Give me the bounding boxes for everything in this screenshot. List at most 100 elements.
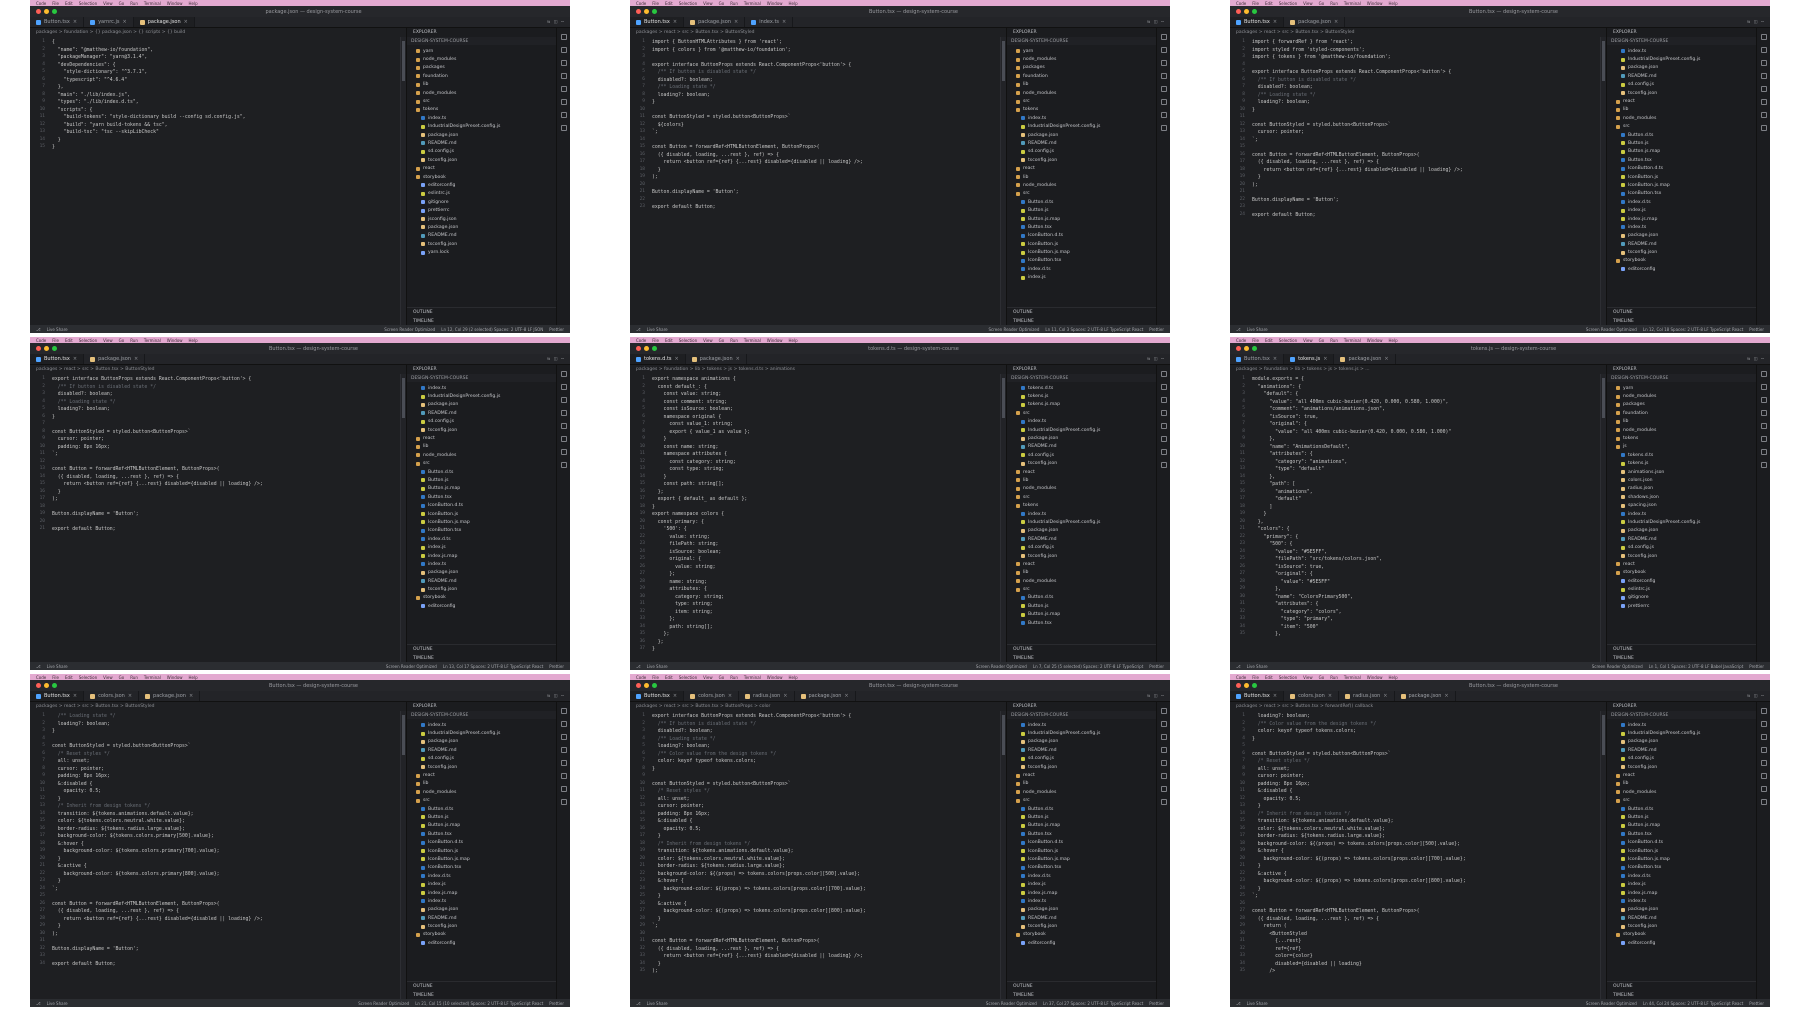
close-window-button[interactable] — [636, 346, 641, 351]
file-tree-item[interactable]: sd.config.js — [1007, 148, 1156, 156]
editor-tab[interactable]: yarnrc.js × — [84, 17, 134, 27]
outline-section[interactable]: OUTLINE — [407, 308, 556, 317]
code-line[interactable]: /* Inherit from design tokens */ — [652, 841, 1000, 849]
file-tree-item[interactable]: foundation — [1607, 409, 1756, 417]
compare-icon[interactable]: ⇆ — [547, 19, 550, 25]
code-line[interactable]: /** Loading state */ — [52, 399, 400, 407]
close-tab-icon[interactable]: × — [783, 693, 787, 699]
code-line[interactable]: "filePath": "src/tokens/colors.json", — [1252, 556, 1600, 564]
breadcrumb[interactable]: packages > foundation > lib > tokens > j… — [1230, 365, 1606, 374]
file-tree-item[interactable]: README.md — [407, 139, 556, 147]
code-line[interactable]: color: keyof typeof tokens.colors; — [1252, 728, 1600, 736]
code-line[interactable] — [652, 773, 1000, 781]
menu-item-file[interactable]: File — [1252, 675, 1259, 680]
code-line[interactable]: import styled from 'styled-components'; — [1252, 47, 1600, 55]
code-line[interactable]: background-color: ${(props) => tokens.co… — [1252, 856, 1600, 864]
zoom-window-button[interactable] — [652, 683, 657, 688]
testing-icon[interactable] — [560, 112, 567, 118]
file-tree-item[interactable]: package.json — [407, 223, 556, 231]
file-tree-item[interactable]: lib — [1607, 106, 1756, 114]
code-line[interactable]: background-color: ${tokens.colors.primar… — [52, 871, 400, 879]
code-line[interactable]: background-color: ${tokens.colors.primar… — [52, 848, 400, 856]
more-actions-icon[interactable]: ⋯ — [1761, 19, 1764, 25]
file-tree-item[interactable]: src — [407, 460, 556, 468]
file-tree-item[interactable]: storybook — [1007, 931, 1156, 939]
code-line[interactable]: return <button ref={ref} {...rest} disab… — [52, 481, 400, 489]
menu-item-go[interactable]: Go — [1319, 675, 1325, 680]
code-line[interactable]: } — [52, 796, 400, 804]
file-tree-item[interactable]: eslintrc.js — [1607, 585, 1756, 593]
file-tree-item[interactable]: tsconfig.json — [1607, 922, 1756, 930]
code-line[interactable]: "colors": { — [1252, 526, 1600, 534]
menu-item-help[interactable]: Help — [189, 675, 198, 680]
file-tree-item[interactable]: editorconfig — [1607, 577, 1756, 585]
workspace-root[interactable]: DESIGN-SYSTEM-COURSE — [1007, 374, 1156, 382]
code-line[interactable]: Button.displayName = 'Button'; — [52, 511, 400, 519]
code-line[interactable]: ({ disabled, loading, ...rest }, ref) =>… — [652, 152, 1000, 160]
code-line[interactable]: Button.displayName = 'Button'; — [1252, 197, 1600, 205]
scrollbar-thumb[interactable] — [1602, 715, 1605, 755]
menu-item-view[interactable]: View — [103, 338, 113, 343]
split-editor-icon[interactable]: ◫ — [554, 19, 557, 25]
editor-tab[interactable]: package.json × — [1334, 354, 1396, 364]
menu-item-file[interactable]: File — [652, 338, 659, 343]
code-line[interactable]: "500": { — [1252, 541, 1600, 549]
editor-tab[interactable]: Button.tsx × — [30, 354, 85, 364]
breadcrumb[interactable]: packages > react > src > Button.tsx > Bu… — [30, 702, 406, 711]
code-line[interactable]: loading?: boolean; — [652, 743, 1000, 751]
menu-item-help[interactable]: Help — [1389, 1, 1398, 6]
file-tree-item[interactable]: lib — [407, 81, 556, 89]
code-line[interactable]: } — [52, 923, 400, 931]
file-tree-item[interactable]: IconButton.js — [1607, 847, 1756, 855]
file-tree-item[interactable]: Button.d.ts — [407, 805, 556, 813]
file-tree-item[interactable]: sd.config.js — [407, 148, 556, 156]
file-tree-item[interactable]: README.md — [1607, 240, 1756, 248]
file-tree-item[interactable]: index.d.ts — [1607, 872, 1756, 880]
editor-tab[interactable]: Button.tsx × — [1230, 691, 1285, 701]
file-tree-item[interactable]: storybook — [1607, 569, 1756, 577]
file-tree-item[interactable]: src — [1007, 409, 1156, 417]
search-icon[interactable] — [560, 47, 567, 53]
file-tree-item[interactable]: package.json — [1007, 906, 1156, 914]
file-tree-item[interactable]: tokens.js — [1607, 460, 1756, 468]
code-line[interactable]: ({ disabled, loading, ...rest }, ref) =>… — [1252, 916, 1600, 924]
menu-item-selection[interactable]: Selection — [1279, 1, 1297, 6]
code-line[interactable]: `; — [652, 129, 1000, 137]
menu-item-help[interactable]: Help — [789, 1, 798, 6]
menu-item-edit[interactable]: Edit — [665, 338, 673, 343]
code-line[interactable]: `; — [652, 923, 1000, 931]
testing-icon[interactable] — [1160, 786, 1167, 792]
code-line[interactable] — [1252, 901, 1600, 909]
editor-tab[interactable]: package.json × — [1284, 17, 1346, 27]
file-tree-item[interactable]: node_modules — [1607, 114, 1756, 122]
code-line[interactable]: } — [52, 414, 400, 422]
breadcrumb[interactable]: packages > react > src > Button.tsx > Bu… — [630, 702, 1006, 711]
file-tree-item[interactable]: Button.d.ts — [1607, 131, 1756, 139]
code-line[interactable]: } — [1252, 886, 1600, 894]
code-line[interactable]: } — [652, 436, 1000, 444]
editor-tab[interactable]: tokens.d.ts × — [630, 354, 686, 364]
code-line[interactable]: }; — [652, 616, 1000, 624]
file-tree-item[interactable]: storybook — [407, 931, 556, 939]
file-tree-item[interactable]: tsconfig.json — [1007, 156, 1156, 164]
code-line[interactable]: return <button ref={ref} {...rest} disab… — [52, 916, 400, 924]
file-tree-item[interactable]: spacing.json — [1607, 501, 1756, 509]
file-tree-item[interactable]: tsconfig.json — [407, 426, 556, 434]
code-line[interactable]: background-color: ${(props) => tokens.co… — [652, 886, 1000, 894]
extensions-icon[interactable] — [560, 760, 567, 766]
file-tree-item[interactable]: node_modules — [1007, 485, 1156, 493]
code-line[interactable]: } — [1252, 107, 1600, 115]
live-share-button[interactable]: Live Share — [1247, 1001, 1268, 1006]
code-line[interactable]: return <button ref={ref} {...rest} disab… — [652, 159, 1000, 167]
file-tree-item[interactable]: IndustrialDesignPreset.config.js — [407, 392, 556, 400]
file-tree-item[interactable]: index.js — [407, 543, 556, 551]
split-editor-icon[interactable]: ◫ — [1754, 19, 1757, 25]
close-window-button[interactable] — [1236, 683, 1241, 688]
file-tree-item[interactable]: README.md — [407, 232, 556, 240]
file-tree-item[interactable]: IconButton.d.ts — [1607, 164, 1756, 172]
code-line[interactable]: /* Inherit from design tokens */ — [52, 803, 400, 811]
code-line[interactable]: import { tokens } from '@matthew-io/foun… — [1252, 54, 1600, 62]
file-tree-item[interactable]: package.json — [1007, 527, 1156, 535]
file-tree-item[interactable]: foundation — [1007, 72, 1156, 80]
file-tree-item[interactable]: index.d.ts — [1607, 198, 1756, 206]
